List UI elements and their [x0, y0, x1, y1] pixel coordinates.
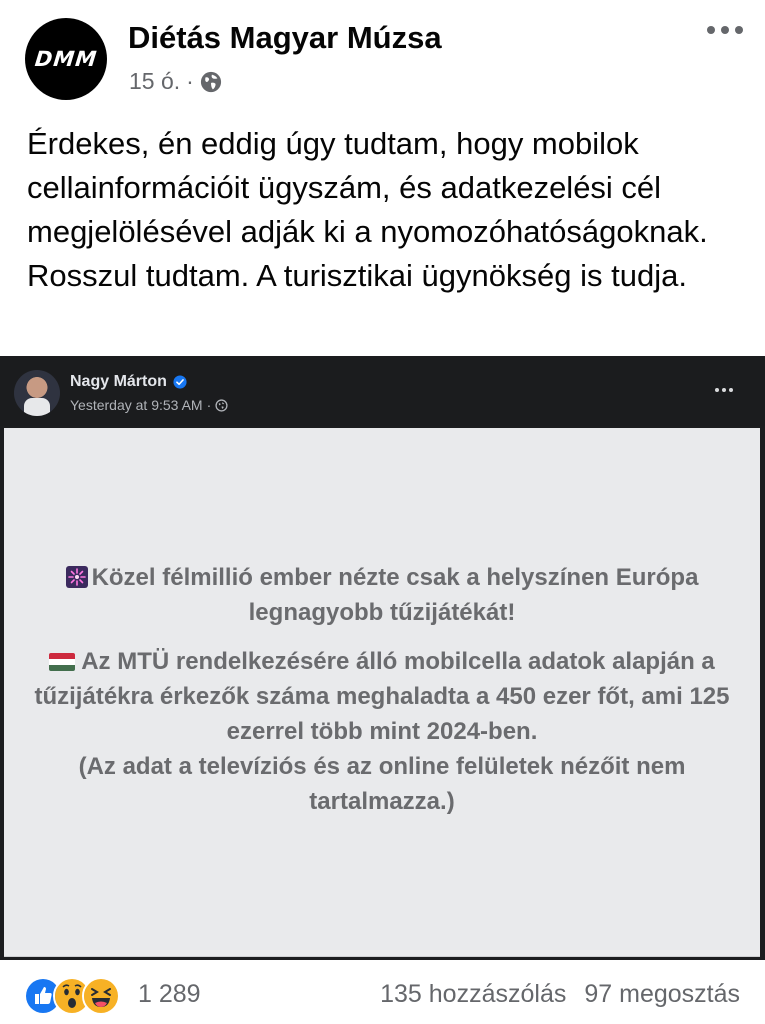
- shared-post-time: Yesterday at 9:53 AM: [70, 397, 203, 413]
- shared-paragraph-3-text: (Az adat a televíziós és az online felül…: [78, 753, 686, 815]
- haha-icon: [82, 977, 120, 1015]
- post-caption: Érdekes, én eddig úgy tudtam, hogy mobil…: [27, 126, 708, 293]
- post-time[interactable]: 15 ó.: [129, 68, 180, 95]
- more-options-icon[interactable]: [707, 26, 743, 34]
- page-avatar[interactable]: DMM: [25, 18, 107, 100]
- shared-post-meta: Yesterday at 9:53 AM ·: [70, 397, 228, 413]
- comments-count-link[interactable]: 135 hozzászólás: [380, 980, 566, 1009]
- shares-count-link[interactable]: 97 megosztás: [584, 980, 740, 1009]
- post-meta: 15 ó. ·: [129, 68, 222, 95]
- shared-post-body: Közel félmillió ember nézte csak a helys…: [4, 428, 760, 957]
- shared-author-avatar: [14, 370, 60, 416]
- meta-separator: ·: [186, 68, 194, 94]
- shared-paragraph-2: Az MTÜ rendelkezésére álló mobilcella ad…: [24, 644, 740, 819]
- shared-globe-icon: [215, 398, 228, 412]
- hungarian-flag-icon: [49, 653, 76, 671]
- shared-post-image[interactable]: Nagy Márton Yesterday at 9:53 AM · Közel…: [0, 356, 765, 960]
- shared-paragraph-1-text: Közel félmillió ember nézte csak a helys…: [91, 564, 699, 626]
- avatar-logo-text: DMM: [33, 47, 99, 71]
- shared-author-name-row: Nagy Márton: [70, 373, 187, 391]
- shared-post-header: Nagy Márton Yesterday at 9:53 AM ·: [0, 356, 765, 426]
- shared-paragraph-1: Közel félmillió ember nézte csak a helys…: [24, 560, 740, 630]
- firework-icon: [65, 566, 88, 588]
- shared-paragraph-2-text: Az MTÜ rendelkezésére álló mobilcella ad…: [34, 648, 730, 745]
- reaction-count[interactable]: 1 289: [138, 980, 201, 1009]
- reaction-icons[interactable]: [24, 977, 120, 1015]
- shared-more-options-icon: [715, 388, 733, 392]
- page-name-link[interactable]: Diétás Magyar Múzsa: [128, 20, 442, 56]
- post-footer: 1 289 135 hozzászólás 97 megosztás: [0, 960, 765, 1024]
- shared-meta-separator: ·: [206, 397, 212, 413]
- globe-icon: [200, 71, 221, 92]
- post-stats: 135 hozzászólás 97 megosztás: [380, 980, 740, 1009]
- verified-badge-icon: [173, 375, 187, 389]
- shared-post-text: Közel félmillió ember nézte csak a helys…: [24, 560, 740, 833]
- shared-author-name: Nagy Márton: [70, 373, 167, 390]
